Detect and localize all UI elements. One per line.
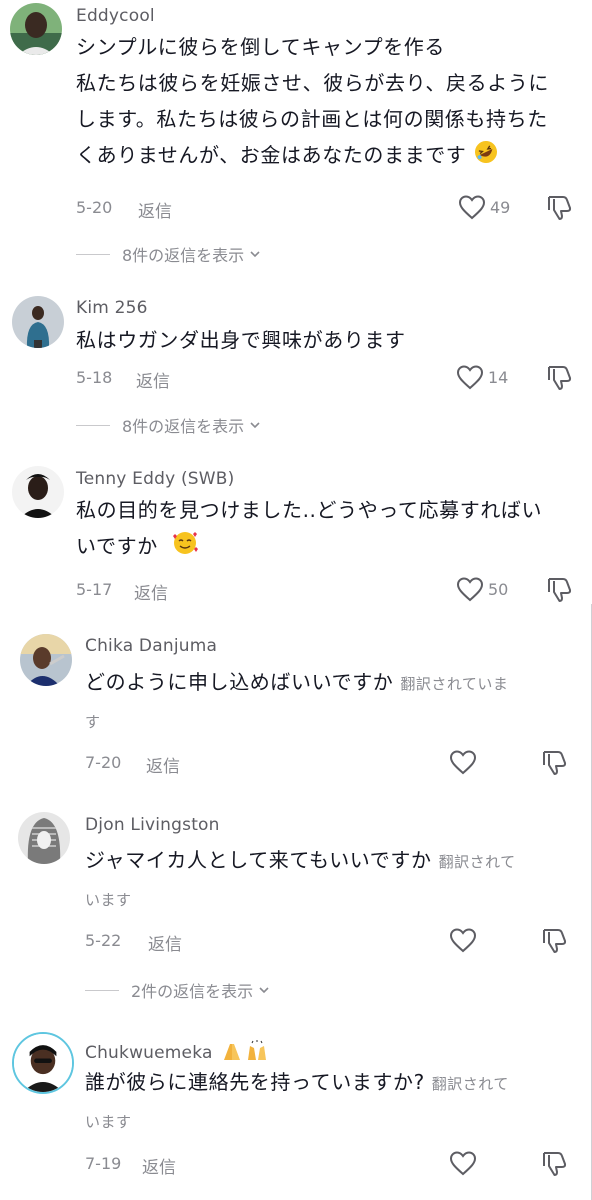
- reply-button[interactable]: 返信: [136, 367, 170, 392]
- translated-indicator[interactable]: 翻訳されていま: [400, 675, 508, 693]
- comment-text-span: 誰が彼らに連絡先を持っていますか?: [85, 1070, 425, 1094]
- comment-text: どのように申し込めばいいですか 翻訳されていま す: [85, 664, 565, 740]
- comment-text-line: 私たちは彼らを妊娠させ、彼らが去り、戻るように: [76, 71, 549, 95]
- view-replies-button[interactable]: 8件の返信を表示: [76, 413, 262, 437]
- like-count: 14: [488, 368, 509, 387]
- avatar-bitmoji: [14, 1034, 72, 1092]
- comment-username[interactable]: Chika Danjuma: [85, 636, 217, 656]
- comment-date: 5-22: [85, 931, 122, 950]
- comment-text-line: 誰が彼らに連絡先を持っていますか? 翻訳されて: [85, 1064, 565, 1102]
- comment-meta: 5-17 返信 50: [0, 574, 592, 604]
- comment-date: 7-20: [85, 753, 122, 772]
- thumbs-down-icon[interactable]: [545, 193, 573, 221]
- avatar[interactable]: [12, 1032, 74, 1094]
- like-count: 50: [488, 580, 509, 599]
- avatar[interactable]: [20, 634, 72, 686]
- heart-outline-icon[interactable]: [449, 749, 477, 775]
- chevron-down-icon: [250, 422, 260, 429]
- comment-text: 誰が彼らに連絡先を持っていますか? 翻訳されて います: [85, 1064, 565, 1140]
- view-replies-label: 8件の返信を表示: [122, 417, 245, 436]
- reply-button[interactable]: 返信: [134, 579, 168, 604]
- divider-line: [76, 253, 110, 255]
- reply-button[interactable]: 返信: [138, 197, 172, 222]
- comment-text-line: います: [85, 880, 565, 918]
- thumbs-down-icon[interactable]: [545, 363, 573, 391]
- comment-date: 5-17: [76, 580, 113, 599]
- view-replies-button[interactable]: 2件の返信を表示: [85, 978, 271, 1002]
- avatar[interactable]: [12, 466, 64, 518]
- view-replies-button[interactable]: 8件の返信を表示: [76, 242, 262, 266]
- view-replies-label: 8件の返信を表示: [122, 246, 245, 265]
- comment-text-line: いですか: [76, 528, 586, 564]
- comment-text-span: いですか: [76, 534, 158, 558]
- comment-text: シンプルに彼らを倒してキャンプを作る 私たちは彼らを妊娠させ、彼らが去り、戻るよ…: [76, 29, 586, 173]
- comment-meta: 7-19 返信: [0, 1148, 592, 1178]
- comment-text-span: ジャマイカ人として来てもいいですか: [85, 848, 432, 872]
- comment-username[interactable]: Djon Livingston: [85, 815, 220, 835]
- comment-meta: 5-20 返信 49: [0, 192, 592, 222]
- rofl-emoji: [475, 141, 498, 163]
- comment-text-line: シンプルに彼らを倒してキャンプを作る: [76, 35, 445, 59]
- comment-text-line: す: [85, 702, 565, 740]
- comment-text-span: どのように申し込めばいいですか: [85, 670, 394, 694]
- avatar-photo: [10, 3, 62, 55]
- comment-meta: 7-20 返信: [0, 747, 592, 777]
- heart-outline-icon[interactable]: [449, 927, 477, 953]
- reply-button[interactable]: 返信: [146, 752, 180, 777]
- comment-text-span: くありませんが、お金はあなたのままです: [76, 143, 467, 167]
- comment-text-line: 私はウガンダ出身で興味があります: [76, 328, 406, 352]
- avatar-photo: [18, 812, 70, 864]
- comment-text: 私はウガンダ出身で興味があります: [76, 322, 586, 358]
- comment-username[interactable]: Chukwuemeka: [85, 1040, 270, 1063]
- comment-username[interactable]: Tenny Eddy (SWB): [76, 469, 234, 489]
- chevron-down-icon: [250, 251, 260, 258]
- comment-username[interactable]: Eddycool: [76, 6, 155, 26]
- avatar[interactable]: [18, 812, 70, 864]
- comment-username-text: Chukwuemeka: [85, 1043, 213, 1063]
- view-replies-label: 2件の返信を表示: [131, 982, 254, 1001]
- comment-text: 私の目的を見つけました..どうやって応募すればい いですか: [76, 492, 586, 564]
- comment-text: ジャマイカ人として来てもいいですか 翻訳されて います: [85, 842, 565, 918]
- divider-line: [76, 424, 110, 426]
- thumbs-down-icon[interactable]: [540, 926, 568, 954]
- avatar[interactable]: [10, 3, 62, 55]
- thumbs-down-icon[interactable]: [540, 1149, 568, 1177]
- comment-text-line: 私の目的を見つけました..どうやって応募すればい: [76, 498, 543, 522]
- heart-outline-icon[interactable]: [449, 1150, 477, 1176]
- avatar-photo: [20, 634, 72, 686]
- chevron-down-icon: [259, 987, 269, 994]
- heart-outline-icon[interactable]: [456, 576, 484, 602]
- comment-text-line: くありませんが、お金はあなたのままです: [76, 137, 586, 173]
- comment-date: 5-18: [76, 368, 113, 387]
- reply-button[interactable]: 返信: [142, 1153, 176, 1178]
- comment-date: 5-20: [76, 198, 113, 217]
- comment-date: 7-19: [85, 1154, 122, 1173]
- translated-indicator[interactable]: 翻訳されて: [432, 1075, 509, 1093]
- heart-outline-icon[interactable]: [458, 194, 486, 220]
- comment-meta: 5-22 返信: [0, 925, 592, 955]
- comment-text-line: どのように申し込めばいいですか 翻訳されていま: [85, 664, 565, 702]
- avatar-photo: [12, 296, 64, 348]
- translated-indicator-cont[interactable]: います: [85, 1113, 132, 1131]
- translated-indicator[interactable]: 翻訳されて: [439, 853, 516, 871]
- translated-indicator-cont[interactable]: す: [85, 713, 101, 731]
- comment-text-line: います: [85, 1102, 565, 1140]
- divider-line: [85, 989, 119, 991]
- folded-hands-and-raising-hands-emoji: [224, 1040, 267, 1060]
- avatar[interactable]: [12, 296, 64, 348]
- comment-meta: 5-18 返信 14: [0, 362, 592, 392]
- translated-indicator-cont[interactable]: います: [85, 891, 132, 909]
- avatar-photo: [12, 466, 64, 518]
- thumbs-down-icon[interactable]: [540, 748, 568, 776]
- comment-username[interactable]: Kim 256: [76, 298, 148, 318]
- comment-text-line: します。私たちは彼らの計画とは何の関係も持ちた: [76, 107, 548, 131]
- smiling-face-with-hearts-emoji: [172, 532, 198, 554]
- comment-text-line: ジャマイカ人として来てもいいですか 翻訳されて: [85, 842, 565, 880]
- like-count: 49: [490, 198, 511, 217]
- heart-outline-icon[interactable]: [456, 364, 484, 390]
- thumbs-down-icon[interactable]: [545, 575, 573, 603]
- reply-button[interactable]: 返信: [148, 930, 182, 955]
